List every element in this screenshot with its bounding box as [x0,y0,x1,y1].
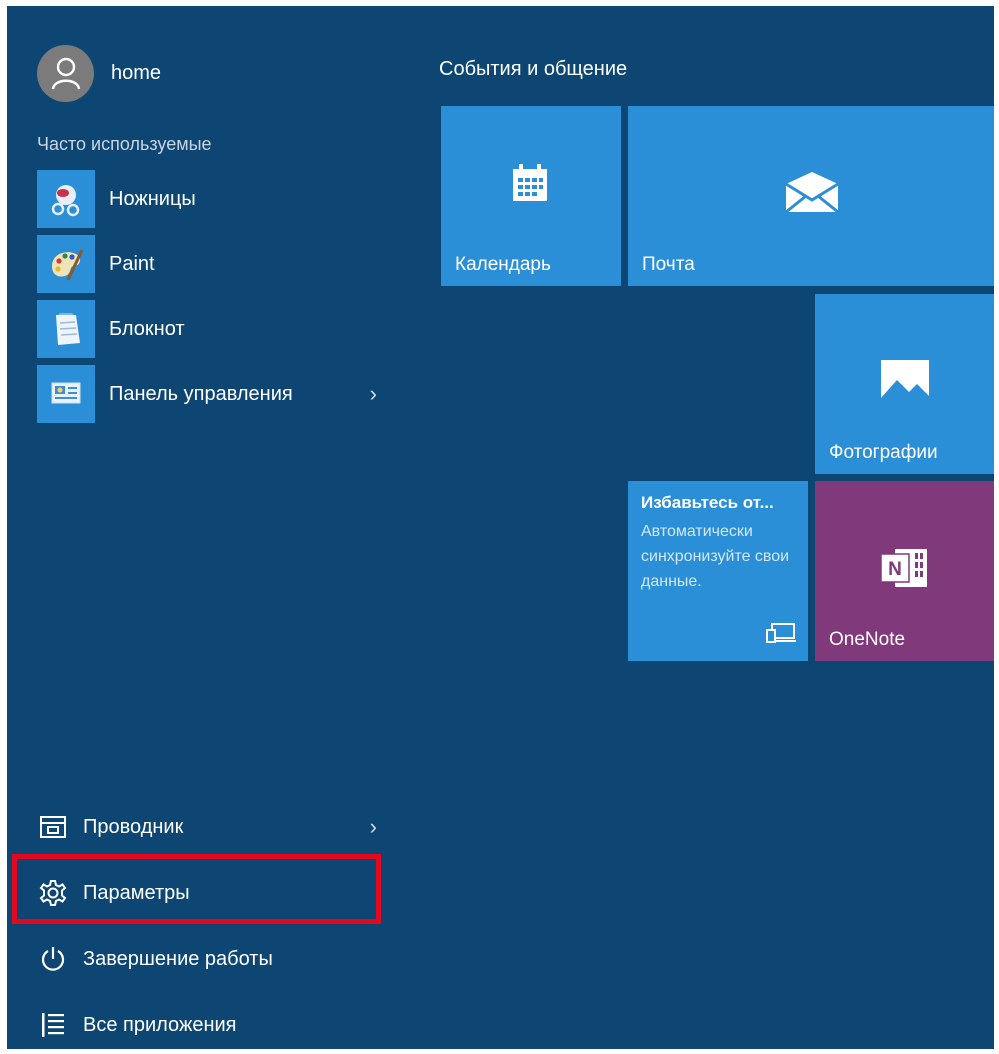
file-explorer-item[interactable]: Проводник › [37,794,407,860]
sync-promo-title: Избавьтесь от... [641,493,774,512]
app-item-scissors[interactable]: Ножницы [37,169,407,229]
chevron-right-icon[interactable]: › [370,814,377,840]
app-item-control-panel[interactable]: Панель управления › [37,364,407,424]
onenote-icon: N [877,545,931,596]
all-apps-label: Все приложения [83,1013,237,1036]
mail-envelope-icon [784,170,840,219]
start-menu: home Часто используемые Ножницы Paint Бл… [7,6,994,1049]
sync-promo-body: Автоматически синхронизуйте свои данные. [641,523,790,590]
all-apps-list-icon [37,1009,69,1041]
onenote-tile-label: OneNote [829,629,906,650]
svg-text:N: N [888,559,902,580]
app-label: Блокнот [109,317,185,340]
paint-palette-icon [37,235,95,293]
settings-highlight-box [12,854,381,924]
user-name: home [111,61,162,84]
file-explorer-icon [37,811,69,843]
sync-promo-tile[interactable]: Избавьтесь от... Автоматически синхрониз… [628,481,808,661]
all-apps-item[interactable]: Все приложения [37,992,407,1049]
photos-tile[interactable]: Фотографии [815,294,994,474]
calendar-tile-label: Календарь [455,254,551,275]
mail-tile[interactable]: Почта [628,106,994,286]
calendar-tile[interactable]: Календарь [441,106,621,286]
app-item-paint[interactable]: Paint [37,234,407,294]
frequent-apps-heading: Часто используемые [37,134,212,154]
photos-tile-label: Фотографии [829,442,938,463]
shutdown-item[interactable]: Завершение работы [37,926,407,992]
devices-icon [766,622,796,649]
mail-tile-label: Почта [642,254,695,275]
user-account[interactable]: home [37,43,161,103]
app-item-notepad[interactable]: Блокнот [37,299,407,359]
app-label: Панель управления [109,382,293,405]
chevron-right-icon[interactable]: › [370,381,377,407]
scissors-icon [37,170,95,228]
power-icon [37,943,69,975]
notepad-icon [37,300,95,358]
control-panel-icon [37,365,95,423]
shutdown-label: Завершение работы [83,947,273,970]
calendar-icon [510,163,550,208]
person-icon [37,44,94,102]
file-explorer-label: Проводник [83,815,184,838]
onenote-tile[interactable]: N OneNote [815,481,994,661]
tile-group-title: События и общение [439,58,628,80]
app-label: Ножницы [109,187,196,210]
frequent-apps-list: Ножницы Paint Блокнот Панель управления … [37,169,407,429]
app-label: Paint [109,252,155,275]
